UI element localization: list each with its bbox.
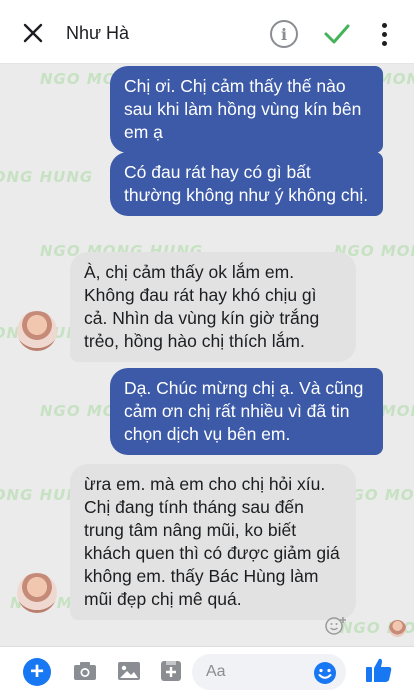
close-icon[interactable] [20, 20, 46, 46]
watermark-text: NGO MONG HUNG [0, 168, 94, 186]
like-icon[interactable] [364, 655, 394, 685]
message-bubble-incoming[interactable]: À, chị cảm thấy ok lắm em. Không đau rát… [70, 252, 356, 362]
info-icon[interactable]: i [270, 20, 298, 48]
info-icon-glyph: i [280, 24, 288, 44]
sticker-icon[interactable] [158, 659, 184, 683]
add-reaction-icon[interactable] [324, 614, 348, 638]
message-input[interactable]: Aa [192, 654, 346, 690]
message-input-placeholder: Aa [206, 663, 226, 680]
chat-header: Như Hà i [0, 0, 414, 64]
check-icon[interactable] [322, 20, 352, 48]
contact-avatar[interactable] [17, 311, 57, 351]
message-bubble-outgoing[interactable]: Dạ. Chúc mừng chị ạ. Và cũng cảm ơn chị … [110, 368, 383, 455]
message-bubble-incoming[interactable]: ừra em. mà em cho chị hỏi xíu. Chị đang … [70, 464, 356, 620]
conversation-title: Như Hà [66, 23, 130, 43]
contact-avatar[interactable] [17, 573, 57, 613]
message-bubble-outgoing[interactable]: Chị ơi. Chị cảm thấy thế nào sau khi làm… [110, 66, 383, 153]
emoji-icon[interactable] [312, 660, 338, 686]
camera-icon[interactable] [72, 659, 98, 683]
plus-icon[interactable]: + [23, 658, 51, 686]
image-icon[interactable] [116, 659, 142, 683]
message-list[interactable]: NGO MONG HUNG NGO MONG HUNG NGO MONG HUN… [0, 64, 414, 646]
more-vertical-icon[interactable] [376, 20, 392, 48]
seen-avatar [389, 620, 406, 637]
message-composer: + Aa [0, 646, 414, 700]
message-bubble-outgoing[interactable]: Có đau rát hay có gì bất thường không nh… [110, 152, 383, 216]
